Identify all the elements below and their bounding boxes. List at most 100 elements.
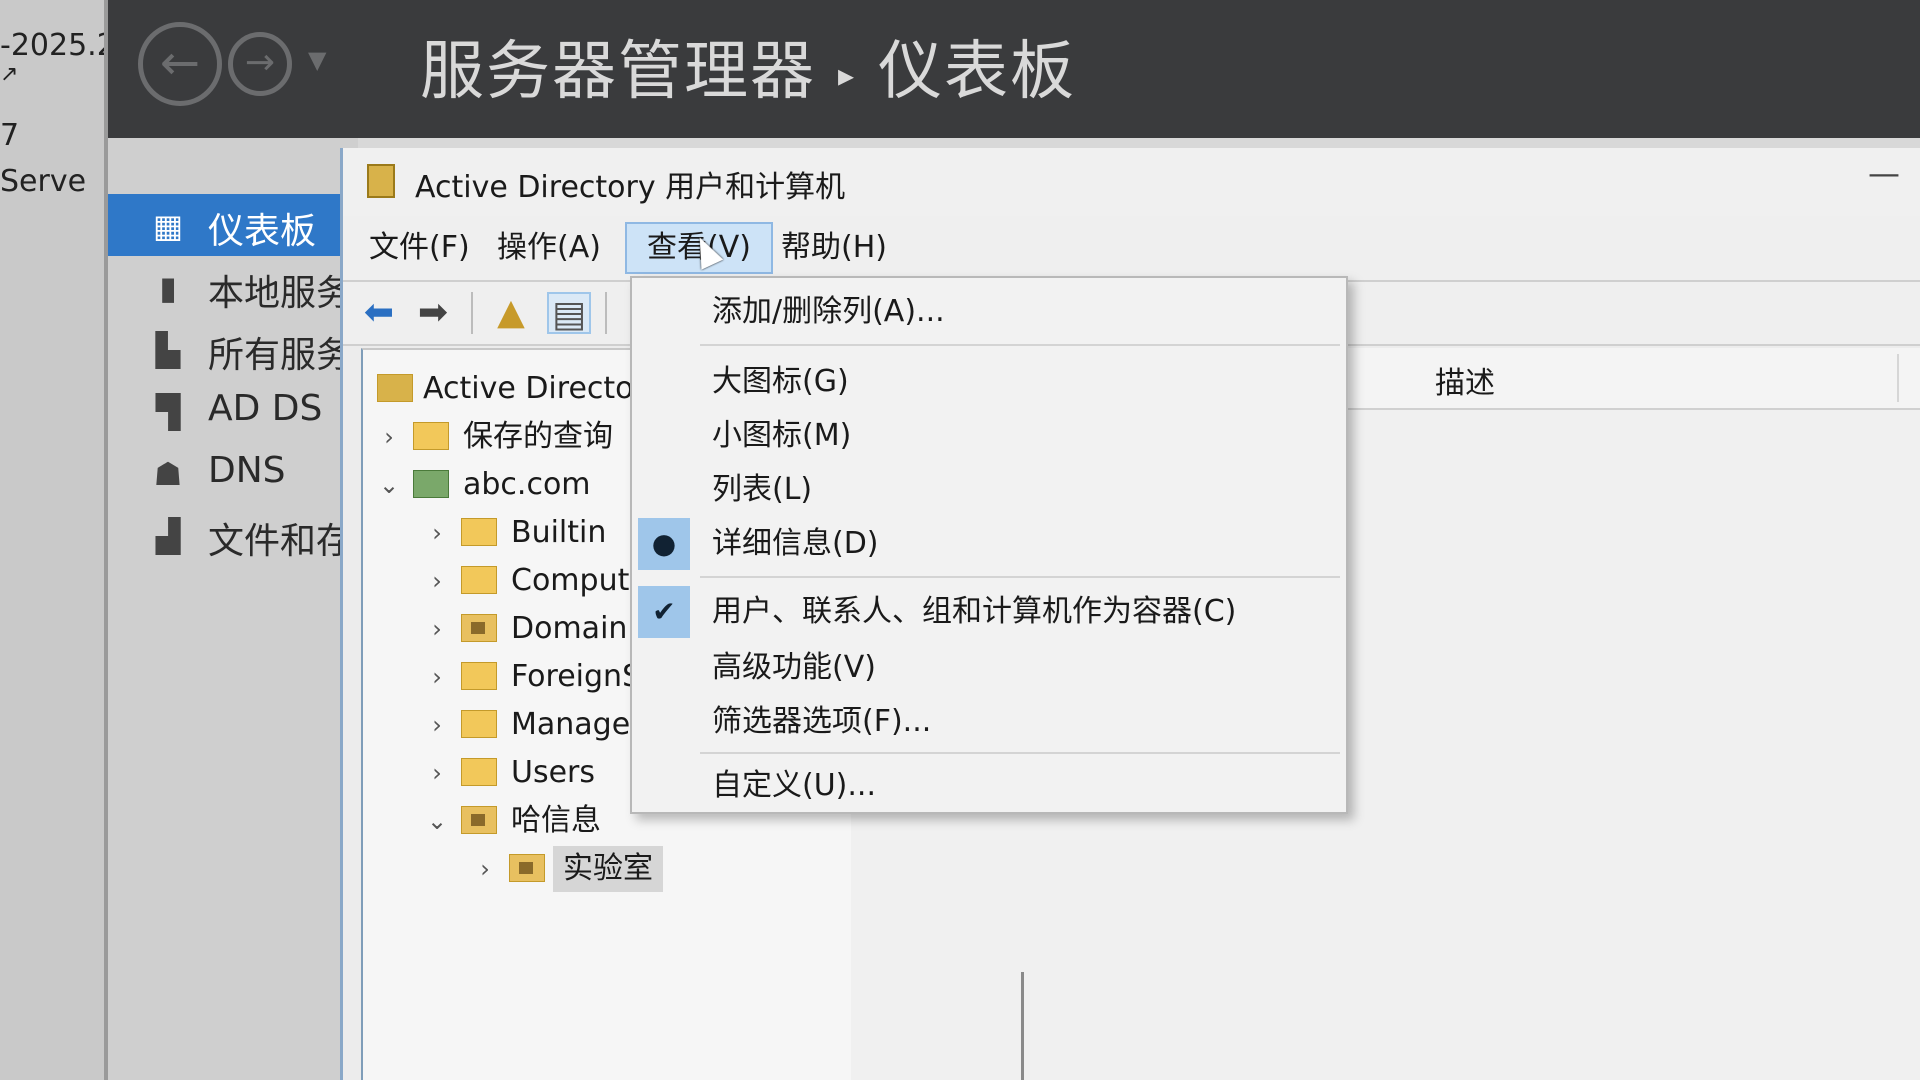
folder-icon bbox=[413, 422, 449, 450]
page-title: 服务器管理器 ▸ 仪表板 bbox=[420, 20, 1076, 112]
ou-icon bbox=[509, 854, 545, 882]
menu-item-label: 添加/删除列(A)... bbox=[712, 294, 945, 329]
background-window-sliver: -2025.2 ↗ 7 Serve bbox=[0, 0, 108, 1080]
menu-item-advanced-features[interactable]: 高级功能(V) bbox=[632, 642, 1346, 694]
aduc-app-icon bbox=[367, 164, 395, 198]
sidebar-item-label: 本地服务 bbox=[208, 273, 353, 314]
aduc-window-title: Active Directory 用户和计算机 bbox=[415, 170, 846, 205]
tree-item-label: 实验室 bbox=[553, 846, 663, 892]
tree-item-label: 保存的查询 bbox=[463, 419, 613, 454]
aduc-titlebar: Active Directory 用户和计算机 — bbox=[343, 148, 1920, 216]
domain-icon bbox=[413, 470, 449, 498]
chevron-right-icon[interactable]: › bbox=[377, 414, 401, 460]
folder-icon bbox=[461, 758, 497, 786]
tree-item-label: Domain bbox=[511, 611, 628, 646]
menu-bar: 文件(F) 操作(A) 查看(V) 帮助(H) bbox=[343, 216, 1920, 282]
sidebar-item-local-server[interactable]: ▮ 本地服务 bbox=[108, 256, 358, 318]
sliver-text-2: ↗ bbox=[0, 62, 19, 87]
menu-help[interactable]: 帮助(H) bbox=[761, 222, 907, 274]
view-dropdown-menu: 添加/删除列(A)... 大图标(G) 小图标(M) 列表(L) ● 详细信息(… bbox=[630, 276, 1348, 814]
sidebar-item-label: 文件和存 bbox=[208, 521, 353, 562]
chevron-right-icon[interactable]: › bbox=[425, 702, 449, 748]
aduc-root-icon bbox=[377, 374, 413, 402]
folder-icon bbox=[461, 518, 497, 546]
menu-item-label: 自定义(U)... bbox=[712, 768, 876, 803]
column-divider[interactable] bbox=[1897, 354, 1899, 402]
all-servers-icon: ▙ bbox=[155, 331, 181, 369]
sidebar-item-ad-ds[interactable]: ▜ AD DS bbox=[108, 380, 358, 442]
menu-item-details[interactable]: ● 详细信息(D) bbox=[632, 518, 1346, 570]
dns-icon: ☗ bbox=[153, 455, 183, 493]
menu-item-customize[interactable]: 自定义(U)... bbox=[632, 760, 1346, 812]
sliver-text-4: Serve bbox=[0, 164, 87, 199]
chevron-right-icon[interactable]: › bbox=[425, 750, 449, 796]
ou-icon bbox=[461, 614, 497, 642]
sidebar-item-label: DNS bbox=[208, 450, 286, 491]
local-server-icon: ▮ bbox=[159, 269, 177, 307]
minimize-button[interactable]: — bbox=[1868, 154, 1900, 192]
show-tree-icon[interactable]: ▤ bbox=[547, 292, 591, 335]
dashboard-icon: ▦ bbox=[152, 207, 184, 245]
tree-item-label: Comput bbox=[511, 563, 630, 598]
menu-item-label: 用户、联系人、组和计算机作为容器(C) bbox=[712, 594, 1237, 629]
folder-icon bbox=[461, 662, 497, 690]
menu-item-users-as-containers[interactable]: ✔ 用户、联系人、组和计算机作为容器(C) bbox=[632, 586, 1346, 638]
pane-splitter[interactable] bbox=[1021, 972, 1024, 1080]
menu-item-label: 列表(L) bbox=[712, 472, 813, 507]
ou-icon bbox=[461, 806, 497, 834]
chevron-right-icon[interactable]: › bbox=[425, 510, 449, 556]
sidebar-item-dashboard[interactable]: ▦ 仪表板 bbox=[108, 194, 358, 256]
tree-item-label: Active Director bbox=[423, 371, 646, 406]
breadcrumb-page: 仪表板 bbox=[878, 35, 1077, 109]
tree-item-label: Users bbox=[511, 755, 596, 790]
sidebar-item-all-servers[interactable]: ▙ 所有服务 bbox=[108, 318, 358, 380]
menu-item-label: 高级功能(V) bbox=[712, 650, 876, 685]
chevron-down-icon[interactable]: ⌄ bbox=[425, 798, 449, 844]
breadcrumb-separator: ▸ bbox=[838, 56, 857, 95]
chevron-right-icon[interactable]: › bbox=[425, 558, 449, 604]
menu-item-add-remove-columns[interactable]: 添加/删除列(A)... bbox=[632, 286, 1346, 338]
menu-separator bbox=[700, 344, 1340, 346]
chevron-right-icon[interactable]: › bbox=[425, 654, 449, 700]
menu-item-label: 详细信息(D) bbox=[712, 526, 879, 561]
tree-item-label: ForeignS bbox=[511, 659, 642, 694]
menu-item-label: 筛选器选项(F)... bbox=[712, 704, 932, 739]
sidebar-item-dns[interactable]: ☗ DNS bbox=[108, 442, 358, 504]
menu-item-label: 大图标(G) bbox=[712, 364, 849, 399]
chevron-down-icon[interactable]: ⌄ bbox=[377, 462, 401, 508]
menu-separator bbox=[700, 752, 1340, 754]
sidebar-item-label: 仪表板 bbox=[208, 211, 317, 252]
server-manager-sidebar: ▦ 仪表板 ▮ 本地服务 ▙ 所有服务 ▜ AD DS ☗ DNS ▟ 文件和存 bbox=[108, 138, 358, 1080]
file-storage-icon: ▟ bbox=[155, 517, 181, 555]
sidebar-item-file-storage[interactable]: ▟ 文件和存 bbox=[108, 504, 358, 566]
chevron-right-icon[interactable]: › bbox=[473, 846, 497, 892]
sidebar-item-label: AD DS bbox=[208, 388, 323, 429]
menu-item-list[interactable]: 列表(L) bbox=[632, 464, 1346, 516]
chevron-down-icon[interactable]: ▼ bbox=[308, 46, 326, 74]
menu-separator bbox=[700, 576, 1340, 578]
up-folder-icon[interactable]: ▲ bbox=[489, 292, 533, 334]
radio-bullet-icon: ● bbox=[638, 518, 690, 570]
menu-item-filter-options[interactable]: 筛选器选项(F)... bbox=[632, 696, 1346, 748]
menu-item-label: 小图标(M) bbox=[712, 418, 852, 453]
sliver-text-1: -2025.2 bbox=[0, 28, 108, 63]
sliver-text-3: 7 bbox=[0, 118, 20, 153]
menu-action[interactable]: 操作(A) bbox=[477, 222, 621, 274]
back-arrow-icon[interactable]: ← bbox=[138, 22, 222, 106]
forward-arrow-icon[interactable]: → bbox=[228, 32, 292, 96]
back-icon[interactable]: ⬅ bbox=[357, 292, 401, 334]
tree-item-label: abc.com bbox=[463, 467, 591, 502]
tree-item-label: Manage bbox=[511, 707, 631, 742]
toolbar-separator bbox=[471, 292, 473, 334]
tree-item-label: Builtin bbox=[511, 515, 607, 550]
forward-icon[interactable]: ➡ bbox=[411, 292, 455, 334]
sidebar-item-label: 所有服务 bbox=[208, 335, 353, 376]
checkmark-icon: ✔ bbox=[638, 586, 690, 638]
menu-item-small-icons[interactable]: 小图标(M) bbox=[632, 410, 1346, 462]
column-header-description[interactable]: 描述 bbox=[1435, 358, 1495, 402]
menu-item-large-icons[interactable]: 大图标(G) bbox=[632, 356, 1346, 408]
menu-file[interactable]: 文件(F) bbox=[349, 222, 490, 274]
folder-icon bbox=[461, 566, 497, 594]
toolbar-separator bbox=[605, 292, 607, 334]
chevron-right-icon[interactable]: › bbox=[425, 606, 449, 652]
